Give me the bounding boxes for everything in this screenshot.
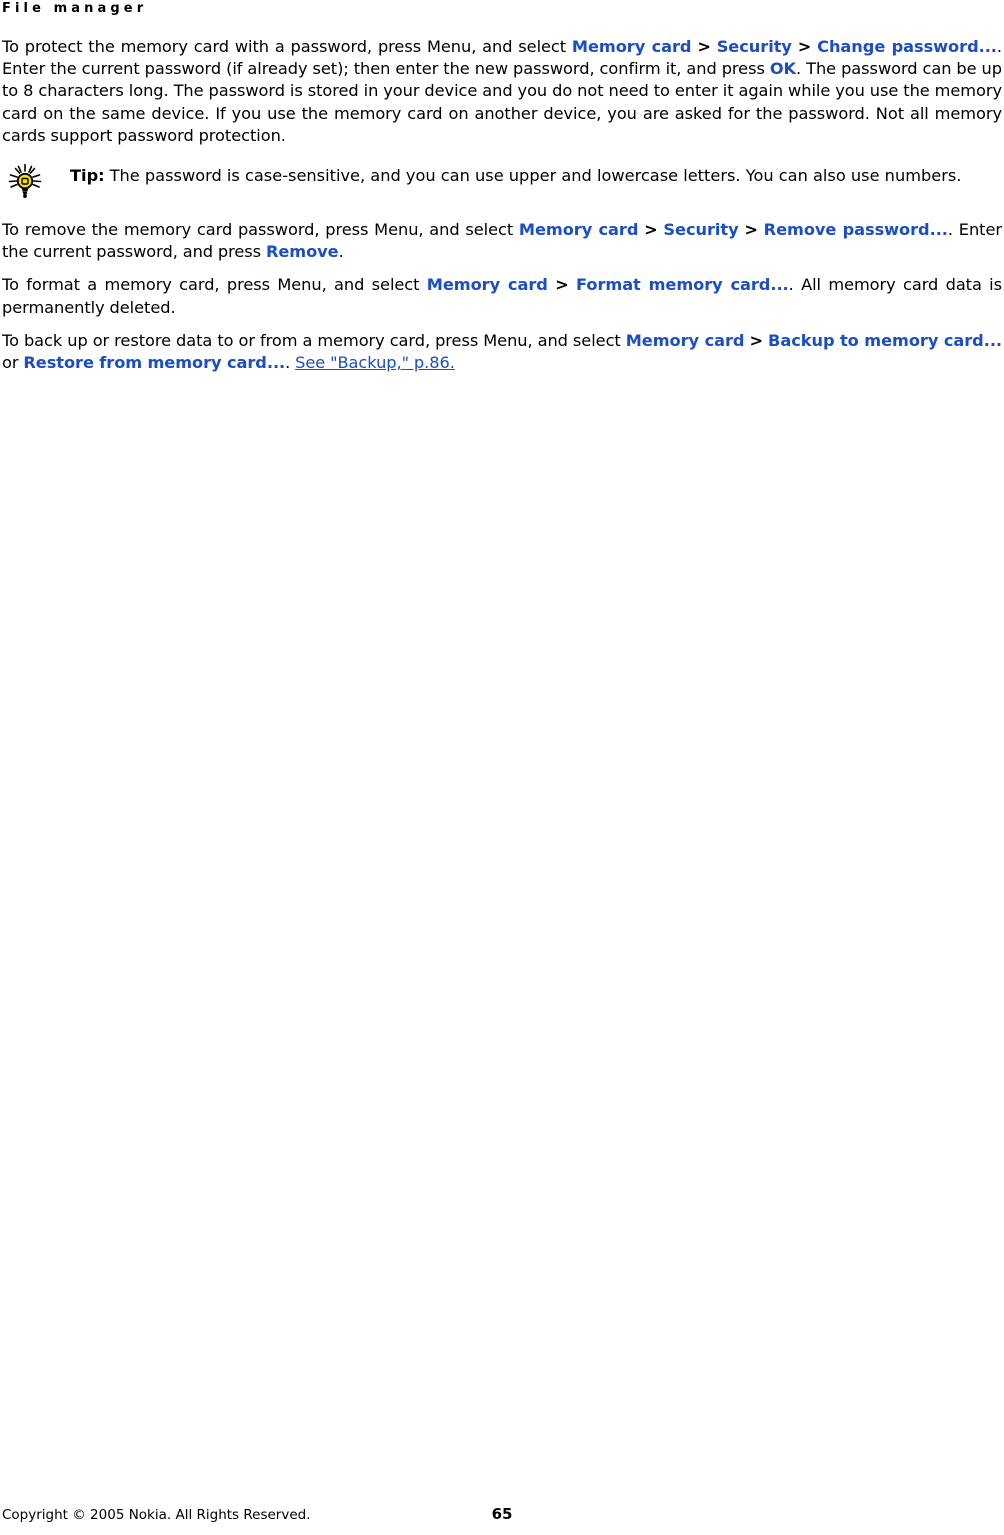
ui-ref-restore-from-memory-card[interactable]: Restore from memory card...: [23, 353, 285, 372]
tip-label: Tip:: [70, 166, 105, 186]
menu-separator: >: [749, 330, 764, 350]
ui-ref-format-memory-card[interactable]: Format memory card...: [576, 275, 789, 294]
ui-ref-memory-card[interactable]: Memory card: [626, 331, 745, 350]
text-segment: To back up or restore data to or from a …: [2, 330, 626, 350]
tip-text-container: Tip: The password is case-sensitive, and …: [70, 161, 1002, 187]
page-body: To protect the memory card with a passwo…: [2, 36, 1002, 385]
text-segment: To protect the memory card with a passwo…: [2, 37, 572, 56]
ui-ref-remove-password[interactable]: Remove password...: [764, 220, 948, 239]
ui-ref-security[interactable]: Security: [663, 220, 738, 239]
menu-separator: >: [555, 275, 569, 295]
running-header: File manager: [2, 1, 148, 16]
text-segment: To format a memory card, press Menu, and…: [2, 275, 427, 295]
ui-ref-memory-card[interactable]: Memory card: [519, 220, 639, 239]
paragraph-protect-memory-card: To protect the memory card with a passwo…: [2, 36, 1002, 147]
text-segment: To remove the memory card password, pres…: [2, 220, 519, 240]
ui-ref-remove[interactable]: Remove: [266, 242, 339, 261]
cross-reference-link-backup[interactable]: See "Backup," p.86.: [295, 353, 455, 372]
ui-ref-security[interactable]: Security: [717, 37, 792, 56]
menu-separator: >: [744, 220, 758, 240]
page-number: 65: [491, 1505, 513, 1523]
lightbulb-icon: [5, 163, 45, 201]
text-segment: .: [338, 242, 344, 262]
page-footer: Copyright © 2005 Nokia. All Rights Reser…: [0, 1501, 1004, 1535]
ui-ref-backup-to-memory-card[interactable]: Backup to memory card...: [768, 331, 1002, 350]
ui-ref-memory-card[interactable]: Memory card: [572, 37, 692, 56]
ui-ref-change-password[interactable]: Change password...: [817, 37, 997, 56]
text-segment: .: [285, 353, 296, 373]
paragraph-backup-restore: To back up or restore data to or from a …: [2, 330, 1002, 374]
menu-separator: >: [697, 37, 711, 56]
ui-ref-ok[interactable]: OK: [770, 59, 796, 78]
menu-separator: >: [797, 37, 812, 56]
tip-body: The password is case-sensitive, and you …: [109, 166, 962, 186]
menu-separator: >: [644, 220, 658, 240]
document-page: File manager To protect the memory card …: [0, 0, 1004, 1535]
text-segment: or: [2, 353, 24, 373]
paragraph-remove-password: To remove the memory card password, pres…: [2, 219, 1002, 263]
ui-ref-memory-card[interactable]: Memory card: [427, 275, 548, 294]
tip-callout: Tip: The password is case-sensitive, and …: [2, 161, 1002, 201]
paragraph-format-memory-card: To format a memory card, press Menu, and…: [2, 274, 1002, 318]
